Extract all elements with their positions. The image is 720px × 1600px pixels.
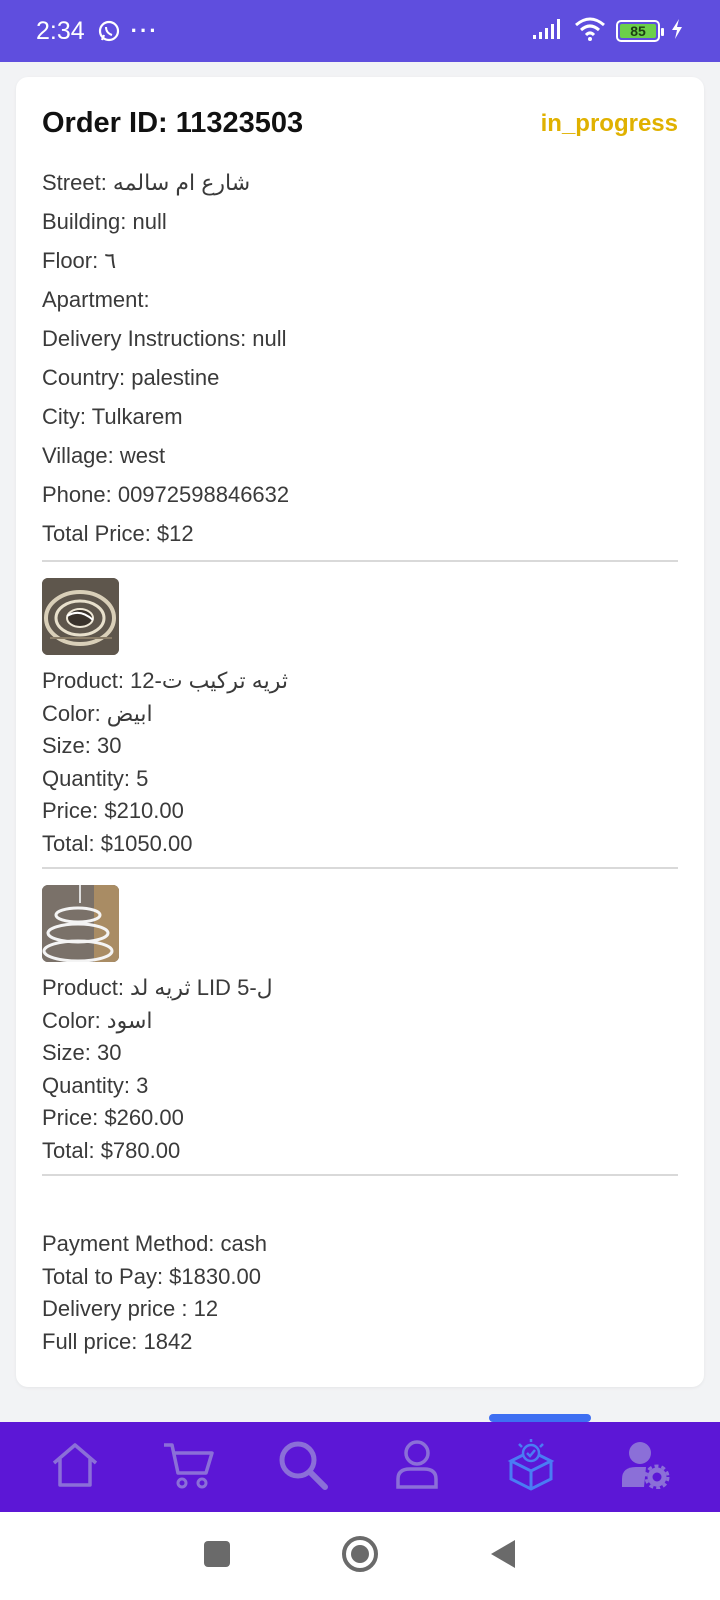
product-total: Total: $1050.00 — [42, 830, 193, 856]
product-size: Size: 30 — [42, 1040, 122, 1066]
product-quantity: Quantity: 5 — [42, 765, 149, 791]
total-price-text: Total Price: $12 — [42, 521, 194, 546]
order-summary: Payment Method: cash Total to Pay: $1830… — [42, 1228, 267, 1358]
product-name: Product: ثريه لد LID ل-5 — [42, 975, 273, 1000]
divider — [42, 1174, 678, 1176]
product-name: Product: ثريه تركيب ت-12 — [42, 668, 288, 693]
divider — [42, 560, 678, 562]
home-button[interactable] — [341, 1535, 379, 1578]
bottom-navigation — [0, 1422, 720, 1512]
active-tab-indicator — [489, 1414, 591, 1422]
full-price-text: Full price: 1842 — [42, 1328, 193, 1354]
country-text: Country: palestine — [42, 365, 220, 390]
back-button[interactable] — [489, 1538, 517, 1575]
product-item: Product: ثريه لد LID ل-5 Color: اسود Siz… — [42, 885, 273, 1168]
product-image[interactable] — [42, 578, 119, 655]
order-status-badge: in_progress — [540, 109, 678, 137]
nav-search[interactable] — [273, 1437, 333, 1497]
charging-icon — [670, 18, 684, 45]
order-card: Order ID: 11323503 in_progress Street: ش… — [16, 77, 704, 1387]
status-time: 2:34 — [36, 16, 85, 45]
total-to-pay-text: Total to Pay: $1830.00 — [42, 1263, 261, 1289]
product-image[interactable] — [42, 885, 119, 962]
home-icon — [50, 1441, 100, 1494]
user-settings-icon — [620, 1441, 670, 1494]
product-item: Product: ثريه تركيب ت-12 Color: ابيض Siz… — [42, 578, 288, 861]
product-price: Price: $260.00 — [42, 1105, 184, 1131]
phone-text: Phone: 00972598846632 — [42, 482, 290, 507]
recent-apps-button[interactable] — [203, 1540, 231, 1573]
delivery-instructions-text: Delivery Instructions: null — [42, 326, 287, 351]
apartment-text: Apartment: — [42, 287, 150, 312]
city-text: City: Tulkarem — [42, 404, 183, 429]
order-header: Order ID: 11323503 in_progress — [42, 107, 678, 140]
system-navigation-bar — [0, 1512, 720, 1600]
product-size: Size: 30 — [42, 733, 122, 759]
building-text: Building: null — [42, 209, 167, 234]
street-text: Street: شارع ام سالمه — [42, 170, 251, 195]
nav-cart[interactable] — [159, 1437, 219, 1497]
nav-user-settings[interactable] — [615, 1437, 675, 1497]
order-id: Order ID: 11323503 — [42, 107, 304, 139]
address-details: Street: شارع ام سالمه Building: null Flo… — [42, 163, 289, 553]
profile-icon — [394, 1439, 440, 1496]
product-price: Price: $210.00 — [42, 798, 184, 824]
wifi-icon — [574, 17, 606, 46]
product-color: Color: ابيض — [42, 700, 153, 726]
status-more-icon: ··· — [130, 18, 159, 43]
divider — [42, 867, 678, 869]
signal-icon — [532, 18, 564, 45]
nav-orders[interactable] — [501, 1437, 561, 1497]
cart-icon — [162, 1441, 216, 1494]
delivery-price-text: Delivery price : 12 — [42, 1296, 219, 1322]
payment-method-text: Payment Method: cash — [42, 1231, 268, 1256]
search-icon — [277, 1439, 329, 1496]
battery-level: 85 — [620, 23, 656, 39]
status-bar: 2:34 ··· 85 — [0, 0, 720, 62]
whatsapp-icon — [97, 19, 121, 43]
nav-profile[interactable] — [387, 1437, 447, 1497]
product-color: Color: اسود — [42, 1007, 153, 1033]
village-text: Village: west — [42, 443, 166, 468]
nav-home[interactable] — [45, 1437, 105, 1497]
floor-text: Floor: ٦ — [42, 248, 117, 273]
product-total: Total: $780.00 — [42, 1137, 181, 1163]
orders-icon — [506, 1438, 556, 1496]
product-quantity: Quantity: 3 — [42, 1072, 149, 1098]
battery-icon: 85 — [616, 20, 664, 42]
